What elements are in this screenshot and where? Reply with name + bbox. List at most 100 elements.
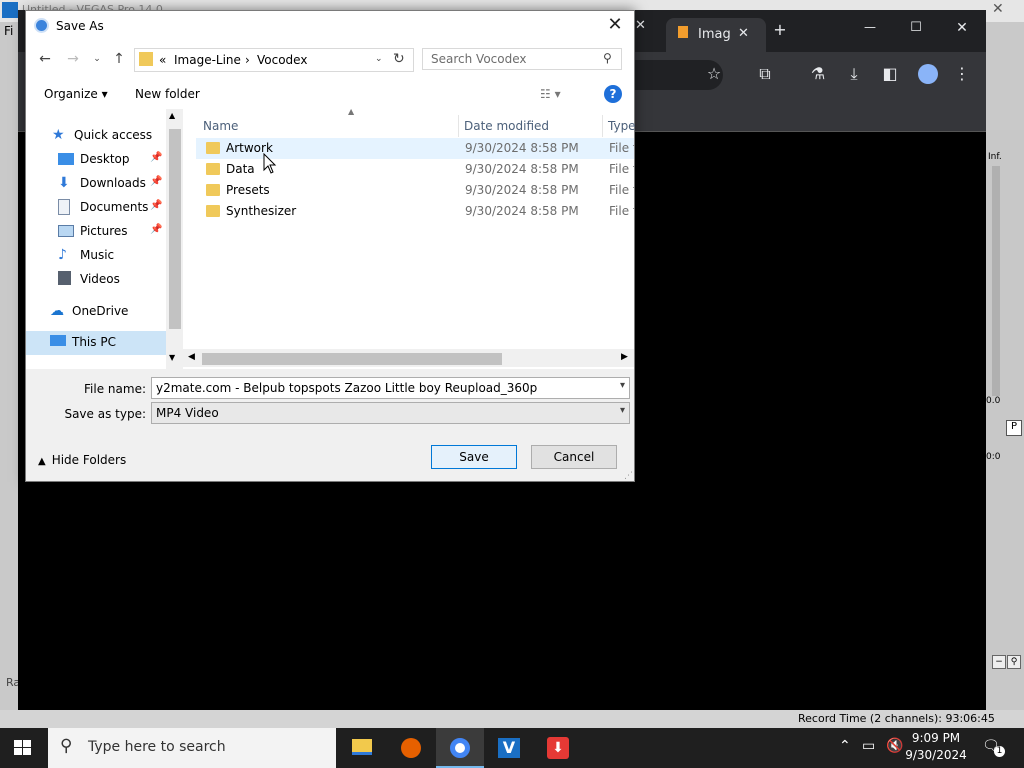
scroll-down-icon[interactable]: ▼ bbox=[169, 353, 175, 362]
pin-icon: 📌 bbox=[150, 200, 163, 211]
cancel-button[interactable]: Cancel bbox=[531, 445, 617, 469]
vegas-logo-icon bbox=[2, 2, 18, 18]
file-row-data[interactable]: Data 9/30/2024 8:58 PM File folder bbox=[196, 159, 634, 180]
playback-icon[interactable]: P bbox=[1006, 420, 1022, 436]
file-type: File folder bbox=[609, 162, 634, 176]
taskbar-file-explorer[interactable] bbox=[338, 728, 386, 768]
hide-folders-button[interactable]: ▲ Hide Folders bbox=[38, 453, 126, 467]
taskbar-search-box[interactable]: ⚲ Type here to search bbox=[48, 728, 336, 768]
column-divider[interactable] bbox=[602, 115, 603, 137]
taskbar-downloader[interactable]: ⬇ bbox=[534, 728, 582, 768]
chevron-down-icon[interactable]: ▾ bbox=[620, 380, 625, 391]
file-row-artwork[interactable]: Artwork 9/30/2024 8:58 PM File folder bbox=[196, 138, 634, 159]
file-date: 9/30/2024 8:58 PM bbox=[465, 183, 579, 197]
column-date-modified[interactable]: Date modified bbox=[464, 119, 549, 133]
search-input[interactable]: Search Vocodex ⚲ bbox=[422, 48, 622, 70]
bookmark-star-icon[interactable]: ☆ bbox=[700, 64, 728, 83]
file-row-presets[interactable]: Presets 9/30/2024 8:58 PM File folder bbox=[196, 180, 634, 201]
address-overflow[interactable]: « bbox=[159, 53, 166, 67]
chevron-up-icon: ▲ bbox=[38, 456, 46, 467]
refresh-icon[interactable]: ↻ bbox=[393, 51, 405, 67]
nav-label: Quick access bbox=[74, 128, 153, 142]
tab-close-icon[interactable]: ✕ bbox=[738, 26, 749, 41]
minimize-button[interactable]: — bbox=[856, 20, 884, 34]
command-bar: Organize ▾ New folder ☷ ▾ ? bbox=[26, 81, 634, 109]
show-hidden-icons-chevron-icon[interactable]: ⌃ bbox=[839, 738, 851, 754]
address-separator: › bbox=[245, 53, 250, 67]
address-segment-image-line[interactable]: Image-Line bbox=[174, 53, 241, 67]
firefox-icon bbox=[401, 738, 421, 758]
resize-grip-icon[interactable]: ⋰ bbox=[624, 471, 633, 481]
nav-label: Downloads bbox=[80, 176, 146, 190]
close-window-button[interactable]: ✕ bbox=[948, 20, 976, 36]
nav-pane-scroll-thumb[interactable] bbox=[169, 129, 181, 329]
save-as-type-select[interactable]: MP4 Video ▾ bbox=[151, 402, 630, 424]
background-close-icon[interactable]: ✕ bbox=[992, 1, 1004, 17]
sort-up-icon: ▲ bbox=[348, 107, 355, 116]
organize-button[interactable]: Organize ▾ bbox=[44, 87, 108, 101]
meter-zero-label: 0.0 bbox=[986, 396, 1001, 406]
extensions-icon[interactable]: ⧉ bbox=[751, 64, 779, 84]
notifications-button[interactable]: 🗨 1 bbox=[982, 738, 1005, 758]
minus-icon[interactable]: − bbox=[992, 655, 1006, 669]
taskbar-search-placeholder: Type here to search bbox=[88, 739, 226, 755]
mouse-cursor-icon bbox=[263, 153, 277, 174]
recent-locations-chevron-icon[interactable]: ⌄ bbox=[86, 54, 108, 74]
taskbar-vegas[interactable]: V bbox=[485, 728, 533, 768]
computer-icon bbox=[50, 335, 66, 346]
up-arrow-icon[interactable]: ↑ bbox=[108, 51, 130, 71]
forward-arrow-icon[interactable]: → bbox=[62, 51, 84, 71]
image-line-favicon bbox=[678, 26, 688, 38]
column-divider[interactable] bbox=[458, 115, 459, 137]
file-date: 9/30/2024 8:58 PM bbox=[465, 162, 579, 176]
maximize-button[interactable]: ☐ bbox=[902, 20, 930, 35]
address-dropdown-chevron-icon[interactable]: ⌄ bbox=[375, 54, 383, 64]
network-icon[interactable]: ▭ bbox=[862, 738, 875, 754]
tab-close-icon[interactable]: ✕ bbox=[635, 18, 655, 52]
profile-avatar-icon[interactable] bbox=[918, 64, 938, 84]
view-options-icon[interactable]: ☷ ▾ bbox=[540, 87, 561, 101]
side-panel-icon[interactable]: ◧ bbox=[876, 64, 904, 83]
column-name[interactable]: Name bbox=[203, 119, 238, 133]
menu-kebab-icon[interactable]: ⋮ bbox=[948, 64, 976, 83]
file-explorer-icon bbox=[352, 739, 372, 755]
navigation-pane: ★ Quick access Desktop 📌 ⬇ Downloads 📌 D… bbox=[26, 109, 183, 369]
chevron-down-icon[interactable]: ▾ bbox=[620, 405, 625, 416]
file-type: File folder bbox=[609, 141, 634, 155]
file-name-field[interactable]: y2mate.com - Belpub topspots Zazoo Littl… bbox=[151, 377, 630, 399]
nav-label: Desktop bbox=[80, 152, 130, 166]
windows-start-icon[interactable] bbox=[14, 740, 32, 756]
address-segment-vocodex[interactable]: Vocodex bbox=[257, 53, 307, 67]
column-type[interactable]: Type bbox=[608, 119, 636, 133]
taskbar-chrome[interactable] bbox=[436, 728, 484, 768]
help-button[interactable]: ? bbox=[604, 85, 622, 103]
horizontal-scroll-thumb[interactable] bbox=[202, 353, 502, 365]
file-row-synthesizer[interactable]: Synthesizer 9/30/2024 8:58 PM File folde… bbox=[196, 201, 634, 222]
download-icon: ⬇ bbox=[58, 175, 70, 191]
back-arrow-icon[interactable]: ← bbox=[34, 51, 56, 71]
downloader-icon: ⬇ bbox=[547, 737, 569, 759]
tab-image-line[interactable]: Imag ✕ bbox=[666, 18, 766, 52]
taskbar-firefox[interactable] bbox=[387, 728, 435, 768]
new-tab-button[interactable]: + bbox=[766, 20, 794, 39]
nav-this-pc[interactable]: This PC bbox=[26, 331, 166, 355]
labs-flask-icon[interactable]: ⚗ bbox=[804, 64, 832, 83]
save-button[interactable]: Save bbox=[431, 445, 517, 469]
background-menu-file[interactable]: Fi bbox=[4, 24, 13, 38]
scroll-right-icon[interactable]: ▶ bbox=[621, 352, 628, 362]
background-status-bar: Record Time (2 channels): 93:06:45 bbox=[0, 710, 1024, 728]
file-date: 9/30/2024 8:58 PM bbox=[465, 141, 579, 155]
scroll-left-icon[interactable]: ◀ bbox=[188, 352, 195, 362]
save-as-type-label: Save as type: bbox=[64, 407, 146, 421]
downloads-icon[interactable]: ⤓ bbox=[840, 64, 868, 84]
chrome-app-icon bbox=[34, 18, 49, 33]
zoom-icon[interactable]: ⚲ bbox=[1007, 655, 1021, 669]
new-folder-button[interactable]: New folder bbox=[135, 87, 200, 101]
address-bar[interactable]: « Image-Line › Vocodex ⌄ ↻ bbox=[134, 48, 414, 72]
notification-count: 1 bbox=[994, 746, 1005, 757]
dialog-close-button[interactable]: ✕ bbox=[600, 14, 630, 38]
tab-label: Imag bbox=[698, 27, 731, 42]
taskbar-clock[interactable]: 9:09 PM 9/30/2024 bbox=[896, 730, 976, 764]
scroll-up-icon[interactable]: ▲ bbox=[169, 111, 175, 120]
folder-icon bbox=[206, 142, 220, 154]
